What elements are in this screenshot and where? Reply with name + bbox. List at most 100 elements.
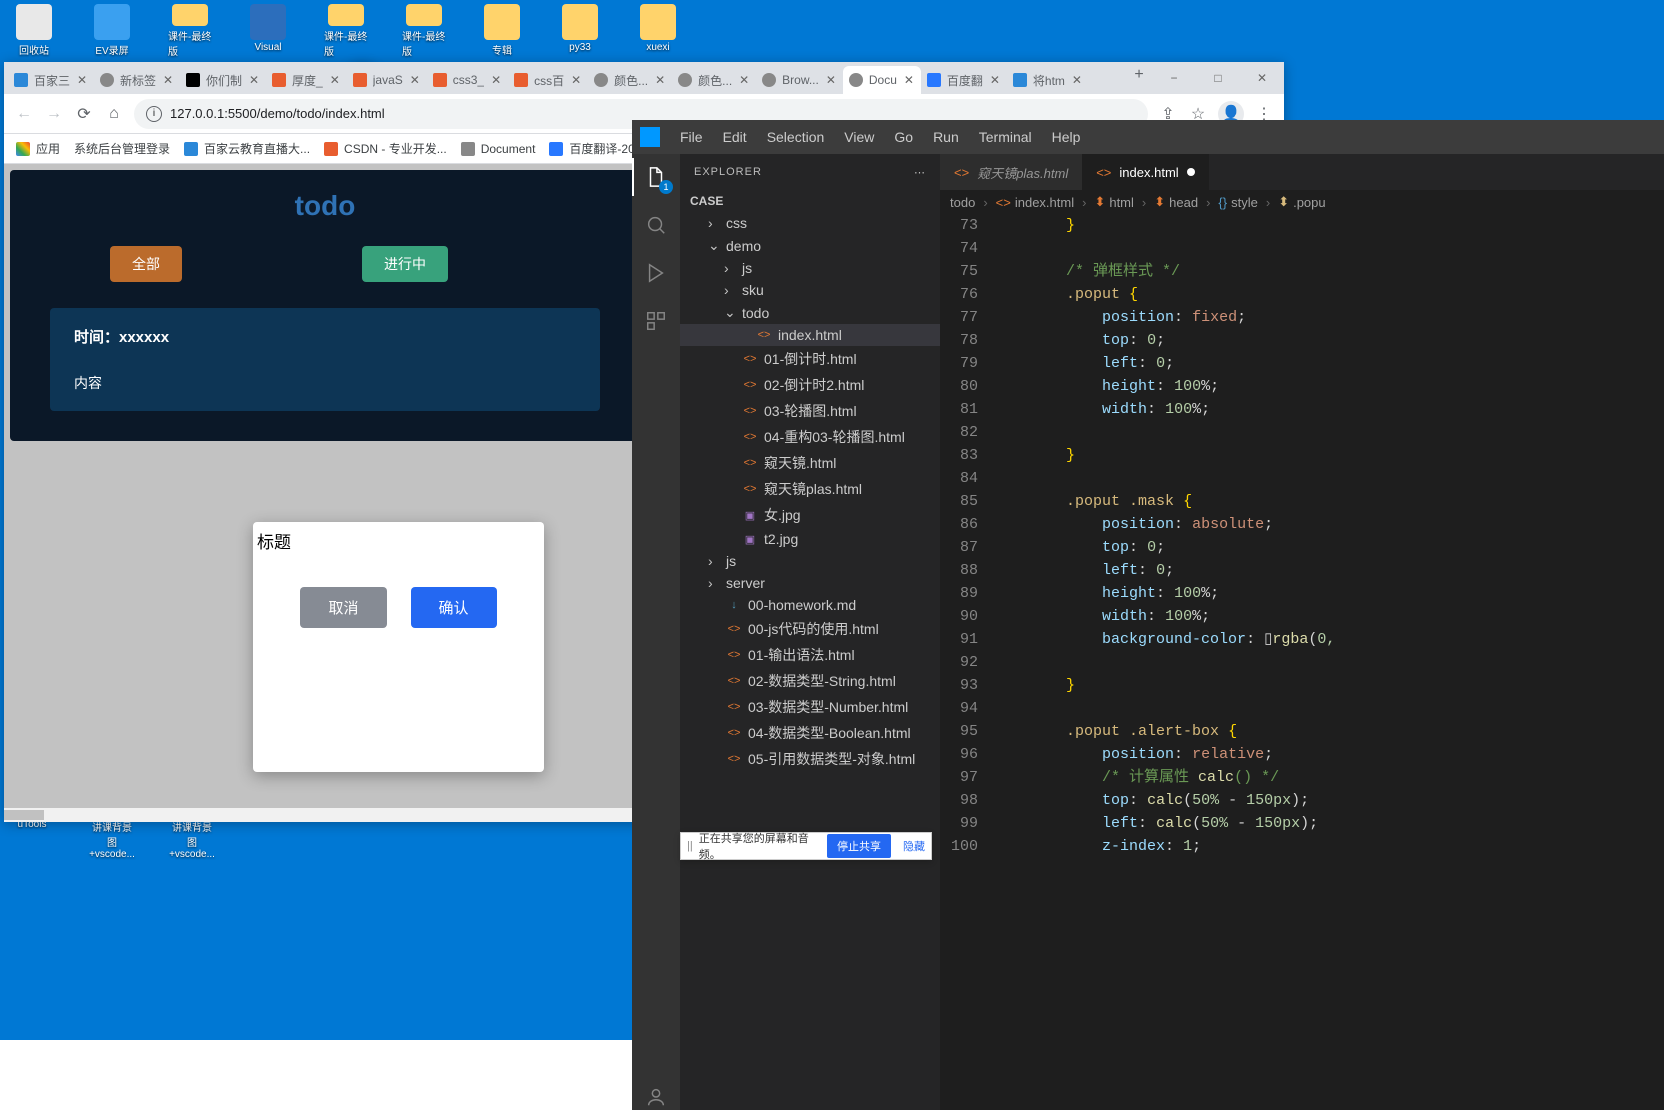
tree-item[interactable]: <>01-输出语法.html	[680, 642, 940, 668]
menu-file[interactable]: File	[680, 129, 703, 145]
tree-item[interactable]: css	[680, 212, 940, 234]
browser-tab[interactable]: 颜色...✕	[672, 66, 756, 94]
breadcrumb-item[interactable]: {} style	[1218, 195, 1257, 210]
editor-tab[interactable]: <>index.html	[1082, 154, 1208, 190]
desktop-icon[interactable]	[714, 4, 758, 58]
tree-item[interactable]: <>00-js代码的使用.html	[680, 616, 940, 642]
confirm-button[interactable]: 确认	[411, 587, 497, 628]
tree-item[interactable]: <>03-轮播图.html	[680, 398, 940, 424]
scroll-thumb[interactable]	[4, 810, 44, 820]
close-tab-icon[interactable]: ✕	[1071, 74, 1083, 86]
tree-item[interactable]: <>04-数据类型-Boolean.html	[680, 720, 940, 746]
breadcrumb-item[interactable]: ⬍ head	[1154, 194, 1198, 210]
accounts-icon[interactable]	[643, 1084, 669, 1110]
stop-share-button[interactable]: 停止共享	[827, 834, 891, 858]
extensions-icon[interactable]	[643, 308, 669, 334]
close-tab-icon[interactable]: ✕	[329, 74, 341, 86]
desktop-icon[interactable]: 课件-最终版	[402, 4, 446, 58]
maximize-button[interactable]: □	[1196, 62, 1240, 94]
menu-view[interactable]: View	[844, 129, 874, 145]
browser-tab[interactable]: Docu✕	[843, 66, 921, 94]
browser-tab[interactable]: 新标签✕	[94, 66, 180, 94]
forward-button[interactable]: →	[44, 104, 64, 124]
tree-item[interactable]: <>窥天镜.html	[680, 450, 940, 476]
close-button[interactable]: ✕	[1240, 62, 1284, 94]
explorer-icon[interactable]: 1	[643, 164, 669, 190]
tree-item[interactable]: ▣女.jpg	[680, 502, 940, 528]
browser-tab[interactable]: 百家三✕	[8, 66, 94, 94]
menu-help[interactable]: Help	[1052, 129, 1081, 145]
desktop-icon[interactable]: 回收站	[12, 4, 56, 58]
filter-progress-button[interactable]: 进行中	[362, 246, 448, 282]
tree-item[interactable]: <>窥天镜plas.html	[680, 476, 940, 502]
browser-tab[interactable]: 将htm✕	[1007, 66, 1089, 94]
desktop-icon[interactable]: 专辑	[480, 4, 524, 58]
desktop-icon[interactable]: py33	[558, 4, 602, 58]
menu-terminal[interactable]: Terminal	[979, 129, 1032, 145]
desktop-icon[interactable]: Visual	[246, 4, 290, 58]
bookmark-item[interactable]: 应用	[16, 140, 60, 157]
pause-icon[interactable]: ||	[681, 840, 699, 852]
browser-tab[interactable]: css3_✕	[427, 66, 508, 94]
tree-item[interactable]: sku	[680, 279, 940, 301]
breadcrumb-item[interactable]: <> index.html	[996, 195, 1074, 210]
close-tab-icon[interactable]: ✕	[903, 74, 915, 86]
minimize-button[interactable]: −	[1152, 62, 1196, 94]
tree-item[interactable]: <>04-重构03-轮播图.html	[680, 424, 940, 450]
breadcrumb-item[interactable]: todo	[950, 195, 975, 210]
hide-share-button[interactable]: 隐藏	[897, 838, 931, 854]
tree-item[interactable]: ▣t2.jpg	[680, 528, 940, 550]
editor-tab[interactable]: <>窥天镜plas.html	[940, 154, 1082, 190]
tree-item[interactable]: <>index.html	[680, 324, 940, 346]
breadcrumb[interactable]: todo›<> index.html›⬍ html›⬍ head›{} styl…	[940, 190, 1664, 214]
tree-item[interactable]: js	[680, 257, 940, 279]
desktop-icon[interactable]: 课件-最终版	[324, 4, 368, 58]
bookmark-item[interactable]: 百家云教育直播大...	[184, 140, 310, 157]
tree-item[interactable]: <>03-数据类型-Number.html	[680, 694, 940, 720]
desktop-icon[interactable]: 课件-最终版	[168, 4, 212, 58]
browser-tab[interactable]: Brow...✕	[756, 66, 843, 94]
close-tab-icon[interactable]: ✕	[570, 74, 582, 86]
close-tab-icon[interactable]: ✕	[989, 74, 1001, 86]
bookmark-item[interactable]: Document	[461, 142, 536, 156]
cancel-button[interactable]: 取消	[300, 587, 386, 628]
close-tab-icon[interactable]: ✕	[490, 74, 502, 86]
desktop-icon[interactable]: xuexi	[636, 4, 680, 58]
tree-item[interactable]: todo	[680, 301, 940, 324]
close-tab-icon[interactable]: ✕	[162, 74, 174, 86]
tree-item[interactable]: <>02-数据类型-String.html	[680, 668, 940, 694]
home-button[interactable]: ⌂	[104, 104, 124, 124]
tree-item[interactable]: <>05-引用数据类型-对象.html	[680, 746, 940, 772]
debug-icon[interactable]	[643, 260, 669, 286]
close-tab-icon[interactable]: ✕	[409, 74, 421, 86]
tree-item[interactable]: <>02-倒计时2.html	[680, 372, 940, 398]
browser-tab[interactable]: javaS✕	[347, 66, 427, 94]
close-tab-icon[interactable]: ✕	[654, 74, 666, 86]
breadcrumb-item[interactable]: ⬍ html	[1094, 194, 1133, 210]
more-icon[interactable]: ⋯	[914, 166, 926, 179]
back-button[interactable]: ←	[14, 104, 34, 124]
filter-all-button[interactable]: 全部	[110, 246, 182, 282]
bookmark-item[interactable]: CSDN - 专业开发...	[324, 140, 447, 157]
menu-selection[interactable]: Selection	[767, 129, 825, 145]
site-info-icon[interactable]: i	[146, 106, 162, 122]
tree-item[interactable]: demo	[680, 234, 940, 257]
close-tab-icon[interactable]: ✕	[248, 74, 260, 86]
menu-run[interactable]: Run	[933, 129, 959, 145]
breadcrumb-item[interactable]: ⬍ .popu	[1278, 194, 1325, 210]
close-tab-icon[interactable]: ✕	[738, 74, 750, 86]
tree-item[interactable]: <>01-倒计时.html	[680, 346, 940, 372]
menu-go[interactable]: Go	[894, 129, 913, 145]
tree-item[interactable]: ↓00-homework.md	[680, 594, 940, 616]
code-editor[interactable]: 7374757677787980818283848586878889909192…	[940, 214, 1664, 1110]
browser-tab[interactable]: 百度翻✕	[921, 66, 1007, 94]
browser-tab[interactable]: 颜色...✕	[588, 66, 672, 94]
new-tab-button[interactable]: +	[1126, 62, 1152, 88]
browser-tab[interactable]: 厚度_✕	[266, 66, 347, 94]
browser-tab[interactable]: 你们制✕	[180, 66, 266, 94]
bookmark-item[interactable]: 系统后台管理登录	[74, 140, 170, 157]
browser-tab[interactable]: css百✕	[508, 66, 588, 94]
reload-button[interactable]: ⟳	[74, 104, 94, 124]
desktop-icon[interactable]: EV录屏	[90, 4, 134, 58]
tree-item[interactable]: js	[680, 550, 940, 572]
